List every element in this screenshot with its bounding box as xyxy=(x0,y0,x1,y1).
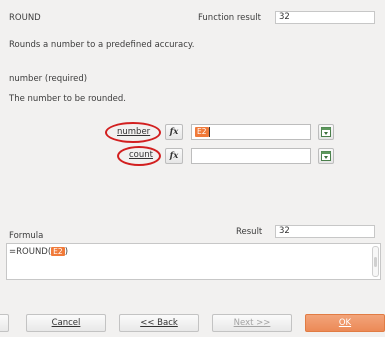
formula-label: Formula xyxy=(9,231,43,241)
ok-label: OK xyxy=(338,318,352,328)
cell-reference-chip: E2 xyxy=(195,127,209,137)
ok-button[interactable]: OK xyxy=(305,314,385,332)
argument-label-count: count xyxy=(129,150,153,160)
fx-icon: fx xyxy=(169,151,179,161)
function-result-value: 32 xyxy=(279,12,290,22)
argument-label-number: number xyxy=(117,127,151,137)
formula-text: =ROUND(E2) xyxy=(9,247,68,257)
argument-description: The number to be rounded. xyxy=(9,94,126,104)
shrink-button-count[interactable] xyxy=(318,148,334,164)
formula-editor[interactable]: =ROUND(E2) xyxy=(6,243,381,280)
shrink-icon xyxy=(321,151,331,161)
number-input[interactable]: E2 xyxy=(191,124,311,140)
formula-prefix: =ROUND( xyxy=(9,247,52,257)
result-field: 32 xyxy=(275,225,375,238)
argument-name: number (required) xyxy=(9,74,88,84)
function-result-field: 32 xyxy=(275,11,375,24)
fx-icon: fx xyxy=(169,127,179,137)
cancel-button[interactable]: Cancel xyxy=(26,314,106,332)
count-input[interactable] xyxy=(191,148,311,164)
formula-reference-chip: E2 xyxy=(51,247,65,256)
result-label: Result xyxy=(236,227,263,237)
formula-label-text: Formula xyxy=(9,231,44,241)
back-button[interactable]: << Back xyxy=(119,314,199,332)
shrink-icon xyxy=(321,127,331,137)
cancel-label: Cancel xyxy=(51,318,81,328)
formula-suffix: ) xyxy=(64,247,69,257)
function-result-label: Function result xyxy=(198,13,261,23)
formula-scrollbar[interactable] xyxy=(372,246,379,277)
next-label: Next >> xyxy=(233,318,271,328)
fx-button-number[interactable]: fx xyxy=(165,124,183,140)
result-value: 32 xyxy=(279,226,290,236)
help-button-partial[interactable] xyxy=(0,314,9,332)
next-button[interactable]: Next >> xyxy=(212,314,292,332)
shrink-button-number[interactable] xyxy=(318,124,334,140)
fx-button-count[interactable]: fx xyxy=(165,148,183,164)
function-description: Rounds a number to a predefined accuracy… xyxy=(9,40,195,50)
scrollbar-thumb[interactable] xyxy=(374,257,377,267)
text-cursor xyxy=(209,127,210,137)
back-label: << Back xyxy=(140,318,178,328)
function-name: ROUND xyxy=(9,13,41,23)
